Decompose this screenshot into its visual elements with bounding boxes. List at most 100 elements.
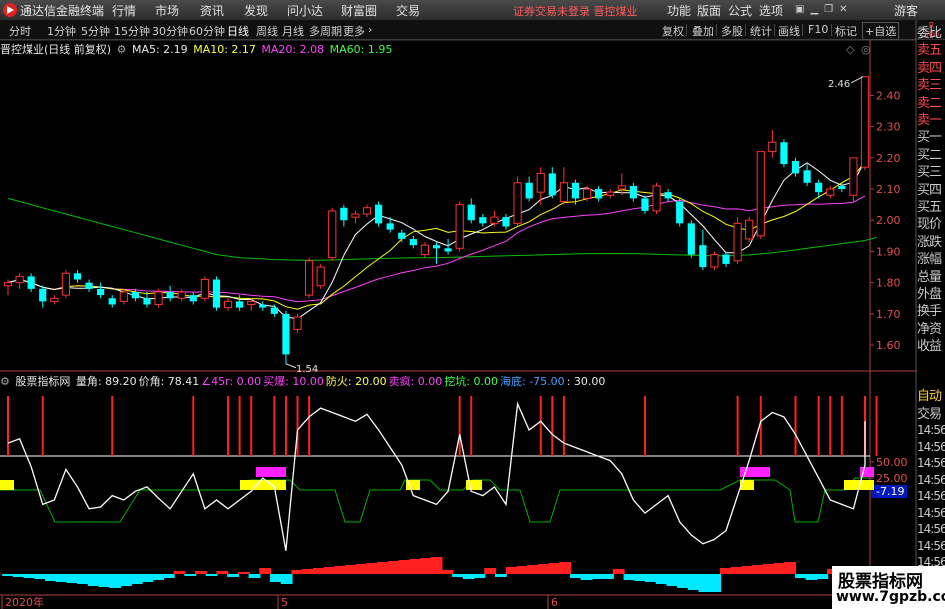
candle-body-down (97, 288, 105, 296)
hist-bar-down (580, 574, 593, 580)
price-tick-label: 1.70 (876, 308, 901, 321)
hist-bar-up (730, 567, 743, 574)
hist-bar-up (387, 561, 400, 574)
candles: 2.461.54 (3, 76, 870, 375)
hist-bar-down (98, 574, 111, 587)
indicator-name[interactable]: 股票指标网 (15, 375, 70, 388)
candle-body-down (340, 207, 348, 221)
indicator-item: : 30.00 (566, 375, 606, 388)
price-tick-label: 2.00 (876, 214, 901, 227)
indicator-item: 挖坑: 0.00 (444, 375, 498, 388)
candle-body-up (119, 291, 128, 302)
hist-bar-up (559, 562, 572, 574)
candle-body-down (722, 254, 730, 264)
candle-body-down (699, 245, 707, 268)
price-axis: 2.40 2.30 2.20 2.10 2.00 1.90 1.80 1.70 1.60 (870, 89, 901, 352)
high-price-label: 2.46 (828, 79, 850, 90)
hist-bar-down (184, 574, 197, 576)
ma5-value: MA5: 2.19 (131, 43, 188, 56)
hist-bar-down (805, 574, 818, 580)
hist-bar-up (612, 569, 625, 574)
candle-body-up (50, 297, 59, 302)
hist-bar-down (794, 574, 807, 578)
candle-body-down (780, 142, 788, 165)
tick-time: 14:56 (917, 522, 945, 536)
settings-icon[interactable]: ⚙ (0, 375, 10, 388)
hist-bar-down (270, 574, 282, 582)
hist-bar-up (741, 566, 754, 574)
price-tick-label: 2.40 (876, 89, 901, 102)
candle-body-up (61, 272, 70, 296)
quote-row-label: 卖四 (917, 60, 942, 76)
hist-bar-down (569, 574, 582, 578)
candle-body-down (270, 307, 278, 314)
hist-bar-down (45, 574, 57, 581)
stock-name[interactable]: 晋控煤业(日线 前复权) (0, 43, 111, 56)
candle-body-up (826, 188, 835, 196)
low-marker-line (285, 363, 297, 369)
indicator-item: 量角: 89.20 (75, 375, 137, 388)
hist-bar-down (462, 574, 475, 579)
tick-time: 14:56 (917, 505, 945, 520)
ind-tick-label: 50.00 (876, 456, 908, 469)
price-tick-label: 2.10 (876, 183, 901, 196)
candle-body-down (143, 298, 151, 305)
candle-body-down (803, 170, 811, 183)
candle-body-up (490, 216, 499, 224)
hist-bar-up (752, 565, 764, 574)
candle-body-up (513, 182, 522, 224)
hist-bar-up (173, 571, 186, 574)
diamond-icon[interactable]: ◇ (846, 43, 855, 56)
quote-row-label: 买五 (917, 200, 942, 215)
candle-body-up (652, 185, 661, 212)
hist-bar-down (709, 574, 722, 592)
hist-bar-down (698, 574, 711, 592)
hist-bar-down (494, 574, 507, 577)
quote-row-label: 委比 (917, 26, 942, 41)
indicator-item: 卖疯: 0.00 (388, 375, 443, 388)
watermark-url: www.7gpzb.com (836, 589, 945, 605)
hist-bar-down (473, 574, 486, 578)
quote-row-label: 涨跌 (917, 234, 942, 250)
hist-bar-down (162, 574, 175, 578)
settings-icon[interactable]: ⚙ (117, 43, 127, 56)
hist-bar-up (773, 563, 786, 574)
indicator-info-bar: ⚙ 股票指标网 量角: 89.20 价角: 78.41 ∠45r: 0.00 买爆: … (0, 373, 609, 388)
candle-body-up (768, 141, 777, 153)
candle-body-down (27, 276, 35, 289)
panel-tab-auto[interactable]: 自动 (917, 385, 945, 404)
hist-bar-up (516, 566, 529, 574)
indicator-pane: 50.00 25.00-7.19 (0, 396, 908, 592)
panel-tab-trade[interactable]: 交易 (917, 403, 945, 422)
hist-bar-down (141, 574, 154, 582)
hist-bar-up (259, 568, 272, 574)
indicator-values: 量角: 89.20 价角: 78.41 ∠45r: 0.00 买爆: 10.00 防火:… (76, 375, 607, 388)
candle-body-down (595, 189, 603, 199)
hist-bar-up (345, 565, 357, 574)
hist-bar-down (602, 574, 614, 579)
hist-bar-up (548, 563, 561, 574)
hist-bar-down (77, 574, 90, 584)
hist-bar-up (237, 572, 250, 574)
ind-value-label: -7.19 (876, 485, 904, 498)
tick-time: 14:56 (917, 489, 945, 503)
hist-bar-up (366, 563, 379, 574)
hist-bar-up (430, 557, 443, 574)
hist-bar-down (634, 574, 647, 581)
candle-body-down (85, 282, 93, 289)
collapse-icon[interactable]: ◎ (861, 43, 871, 56)
hist-bar-up (355, 564, 368, 574)
chart-canvas: 2.461.54 2.40 2.30 2.20 2.10 2.00 1.90 1.80 1.7… (0, 20, 917, 609)
ma60-value: MA60: 1.95 (329, 43, 393, 56)
hist-bar-down (816, 574, 829, 579)
candle-body-down (166, 292, 174, 299)
candle-body-down (398, 232, 406, 239)
candle-body-down (641, 198, 649, 211)
candle-body-down (39, 288, 47, 302)
price-tick-label: 1.90 (876, 245, 901, 258)
quote-row-label: 总量 (917, 269, 942, 285)
tick-time: 14:56 (917, 456, 945, 470)
quote-row-label: 买三 (917, 165, 942, 181)
candle-body-up (316, 266, 325, 287)
candle-body-down (479, 217, 487, 224)
